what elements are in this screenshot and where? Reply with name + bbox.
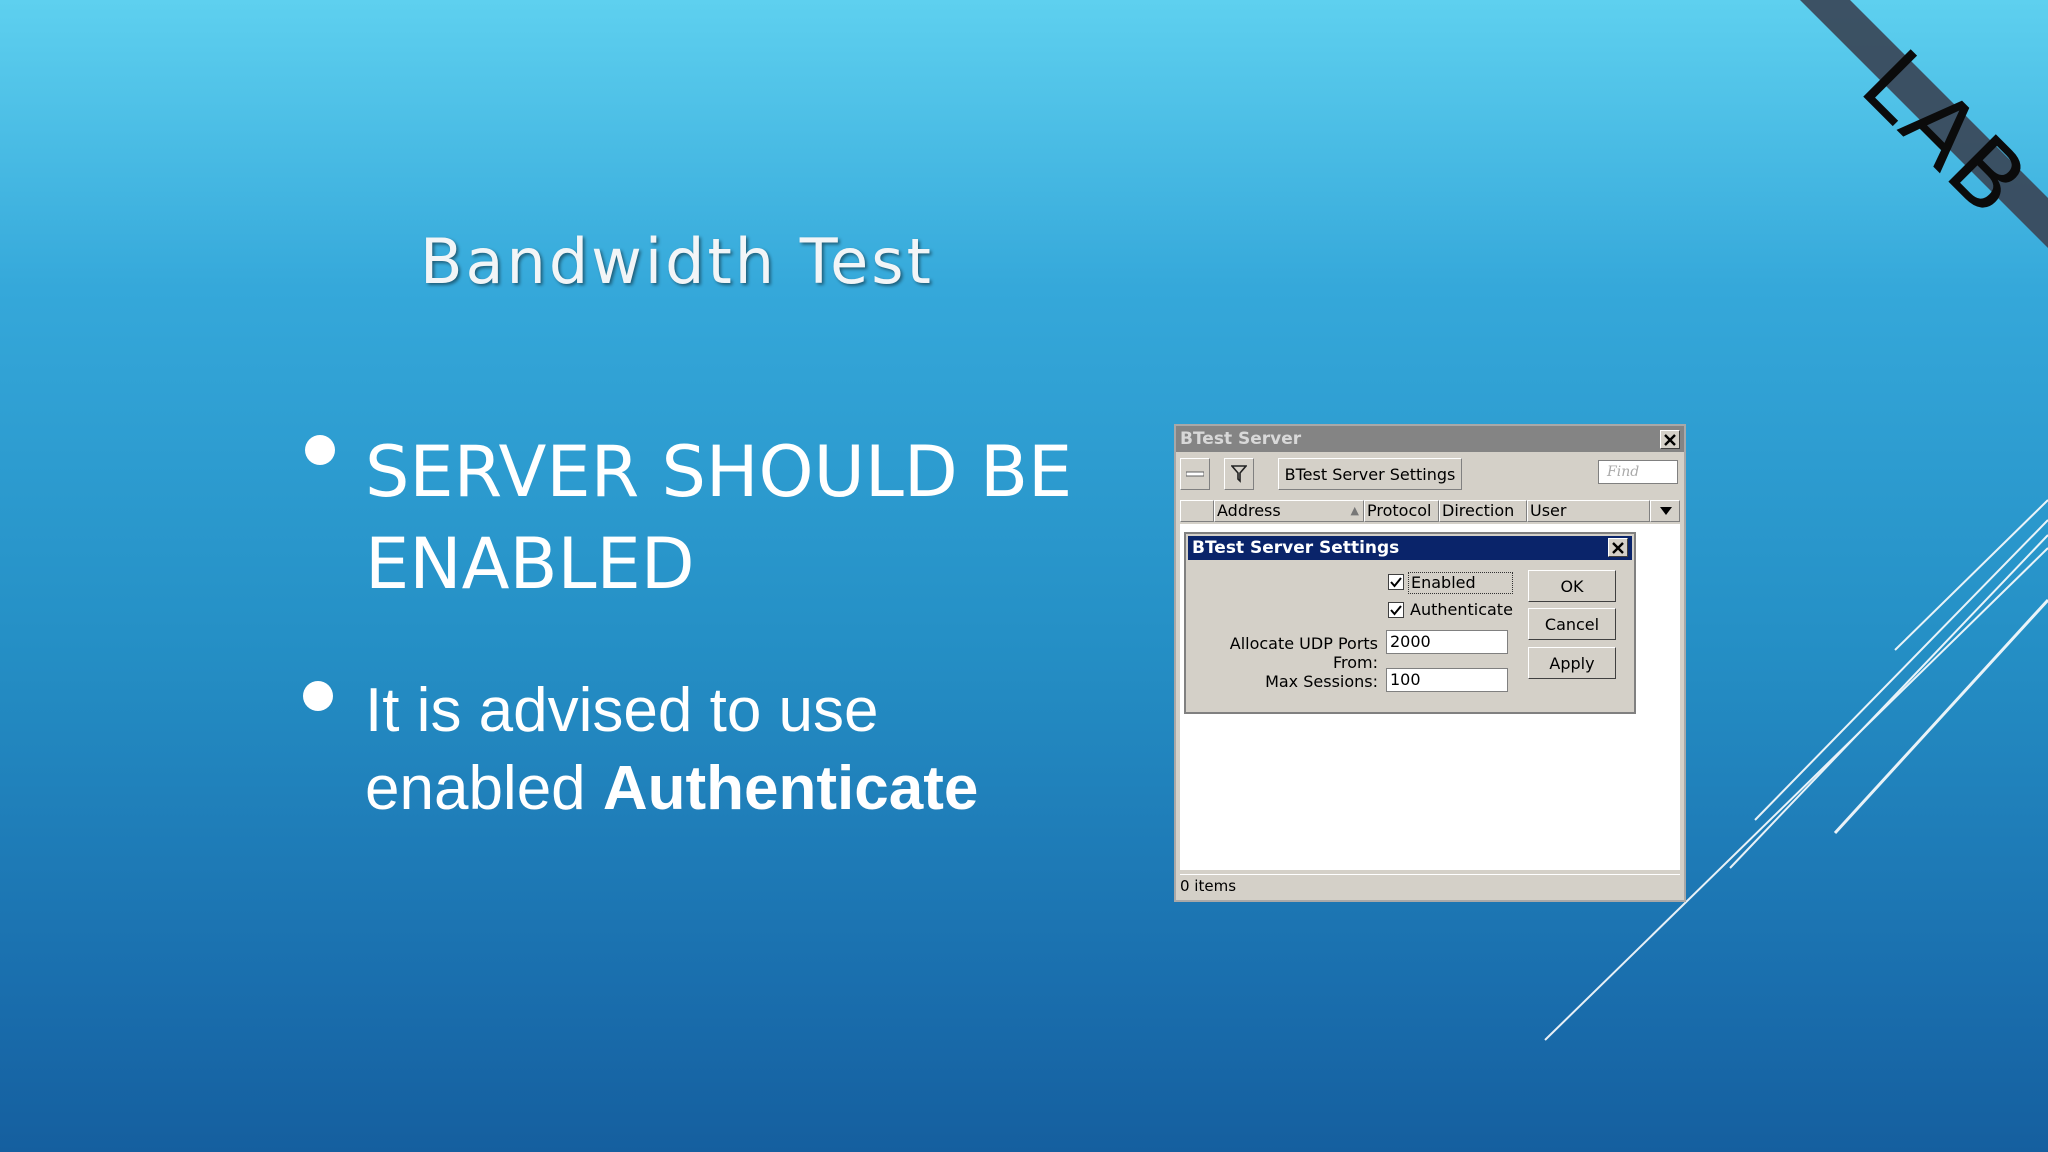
window-title: BTest Server [1176,426,1684,452]
window-close-button[interactable] [1660,430,1680,449]
authenticate-checkbox[interactable] [1388,602,1404,618]
dialog-close-button[interactable] [1608,538,1628,557]
column-address[interactable]: Address ▲ [1214,500,1364,522]
filter-icon [1231,465,1247,483]
filter-button[interactable] [1224,458,1254,490]
bullet-advice-bold: Authenticate [602,754,979,823]
status-bar: 0 items [1180,874,1680,897]
bullet-server-enabled: SERVER SHOULD BE ENABLED [365,431,1073,605]
udp-ports-input[interactable]: 2000 [1386,630,1508,654]
column-user[interactable]: User [1527,500,1650,522]
minus-icon [1186,471,1204,477]
remove-button[interactable] [1180,458,1210,490]
checkmark-icon [1390,605,1402,616]
enabled-checkbox[interactable] [1388,574,1404,590]
column-header: Address ▲ Protocol Direction User [1180,500,1680,522]
sort-asc-icon: ▲ [1350,504,1359,517]
btest-server-settings-button[interactable]: BTest Server Settings [1278,458,1462,490]
find-input[interactable]: Find [1598,460,1678,484]
close-icon [1612,541,1624,554]
bullet-dot-1 [305,435,335,465]
authenticate-label[interactable]: Authenticate [1410,600,1513,620]
btest-settings-dialog: BTest Server Settings Enabled Authentica… [1184,532,1636,714]
close-icon [1664,433,1676,446]
dropdown-arrow-icon [1660,507,1672,515]
slide-title: Bandwidth Test [420,225,934,298]
enabled-label[interactable]: Enabled [1408,572,1513,594]
cancel-button[interactable]: Cancel [1528,608,1616,640]
ok-button[interactable]: OK [1528,570,1616,602]
column-menu-button[interactable] [1650,500,1680,522]
column-checkbox-header[interactable] [1180,500,1214,522]
column-direction[interactable]: Direction [1439,500,1527,522]
apply-button[interactable]: Apply [1528,647,1616,679]
checkmark-icon [1390,577,1402,588]
dialog-title: BTest Server Settings [1188,536,1632,560]
bullet-advice: It is advised to use enabled Authenticat… [365,672,1085,828]
bullet-dot-2 [303,681,333,711]
udp-ports-label: Allocate UDP Ports From: [1229,634,1378,672]
column-protocol[interactable]: Protocol [1364,500,1439,522]
toolbar: BTest Server Settings Find [1176,454,1684,492]
btest-server-window: BTest Server BTest Server Settings Find … [1174,424,1686,902]
slide: LAB Bandwidth Test SERVER SHOULD BE ENAB… [0,0,2048,1152]
max-sessions-label: Max Sessions: [1265,672,1378,691]
max-sessions-input[interactable]: 100 [1386,668,1508,692]
